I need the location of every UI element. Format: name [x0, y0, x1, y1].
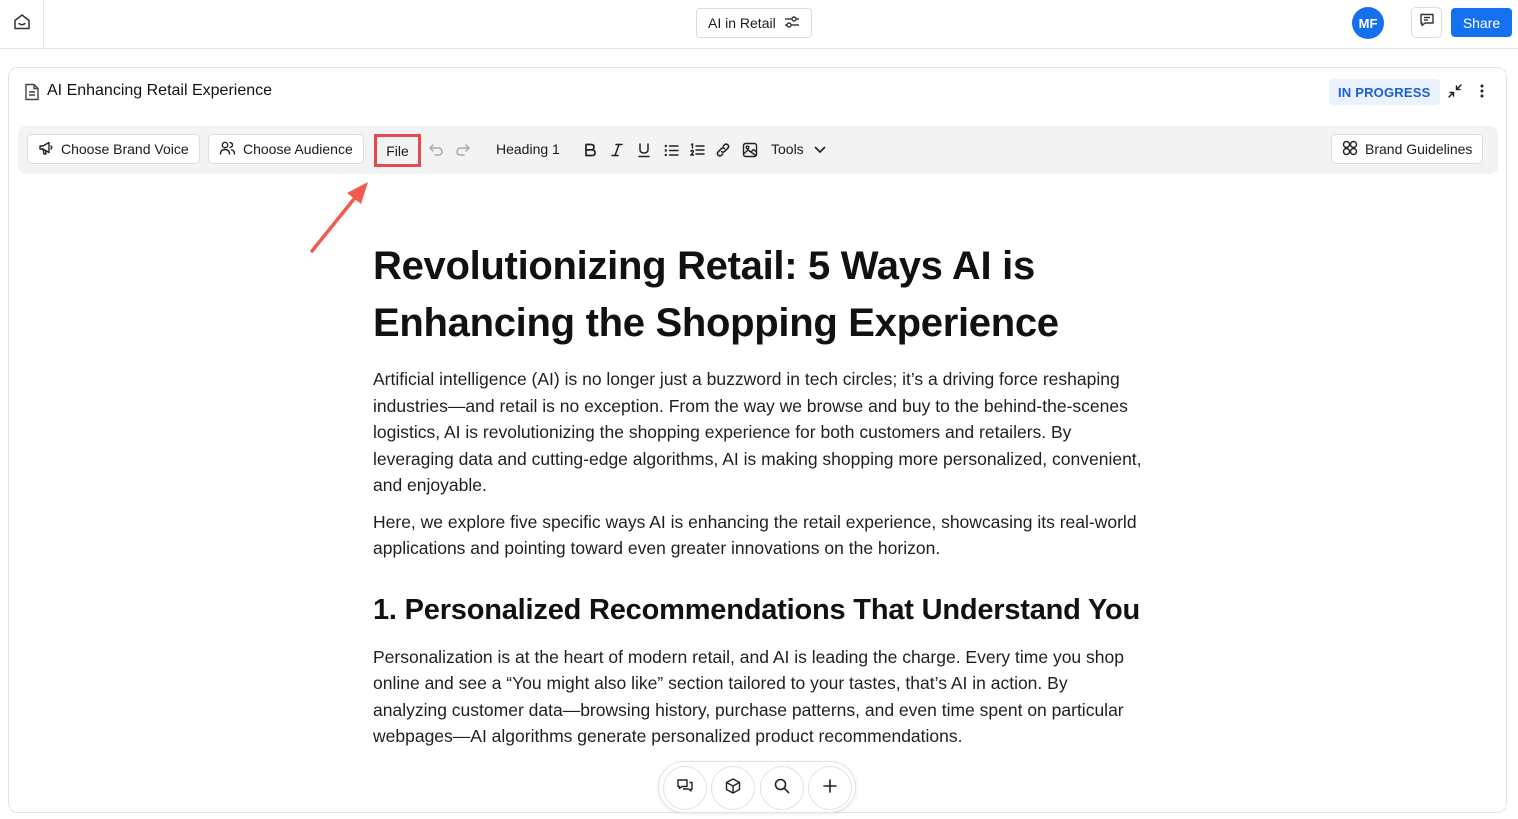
- brand-guidelines-button[interactable]: Brand Guidelines: [1331, 134, 1484, 164]
- undo-icon[interactable]: [426, 140, 446, 160]
- section-heading[interactable]: 1. Personalized Recommendations That Und…: [373, 588, 1143, 632]
- chat-button[interactable]: [663, 766, 707, 810]
- top-bar: AI in Retail MF Share: [0, 0, 1518, 49]
- comment-icon: [1419, 12, 1435, 33]
- add-button[interactable]: [808, 766, 852, 810]
- image-icon[interactable]: [740, 140, 760, 160]
- status-badge[interactable]: IN PROGRESS: [1329, 79, 1440, 105]
- avatar[interactable]: MF: [1352, 7, 1384, 39]
- brand-guidelines-icon: [1342, 140, 1358, 159]
- megaphone-icon: [38, 140, 54, 159]
- underline-icon[interactable]: [634, 140, 654, 160]
- bold-icon[interactable]: [580, 140, 600, 160]
- cube-icon: [724, 777, 742, 800]
- document-title: AI Enhancing Retail Experience: [47, 82, 273, 99]
- chevron-down-icon[interactable]: [810, 140, 830, 160]
- redo-icon[interactable]: [453, 140, 473, 160]
- numbered-list-icon[interactable]: [687, 140, 707, 160]
- search-icon: [773, 777, 791, 800]
- comments-button[interactable]: [1411, 7, 1442, 38]
- project-selector[interactable]: AI in Retail: [696, 8, 812, 38]
- article-content[interactable]: Revolutionizing Retail: 5 Ways AI is Enh…: [373, 238, 1143, 750]
- sliders-icon: [784, 15, 800, 32]
- home-button[interactable]: [0, 0, 44, 49]
- italic-icon[interactable]: [607, 140, 627, 160]
- chat-icon: [676, 777, 694, 800]
- share-button[interactable]: Share: [1451, 8, 1512, 37]
- plus-icon: [822, 778, 838, 799]
- heading-style-selector[interactable]: Heading 1: [496, 141, 560, 157]
- choose-brand-voice-label: Choose Brand Voice: [61, 141, 189, 157]
- article-paragraph[interactable]: Here, we explore five specific ways AI i…: [373, 509, 1143, 562]
- bullet-list-icon[interactable]: [661, 140, 681, 160]
- file-menu-button[interactable]: File: [374, 134, 421, 167]
- tools-menu-label[interactable]: Tools: [771, 141, 804, 157]
- document-header: AI Enhancing Retail Experience IN PROGRE…: [9, 68, 1506, 116]
- cube-button[interactable]: [711, 766, 755, 810]
- editor-toolbar: Choose Brand Voice Choose Audience File: [18, 126, 1498, 174]
- brand-guidelines-label: Brand Guidelines: [1365, 141, 1473, 157]
- users-icon: [219, 140, 236, 159]
- collapse-icon[interactable]: [1445, 81, 1465, 101]
- article-title[interactable]: Revolutionizing Retail: 5 Ways AI is Enh…: [373, 238, 1143, 352]
- search-button[interactable]: [760, 766, 804, 810]
- document-card: AI Enhancing Retail Experience IN PROGRE…: [8, 67, 1507, 813]
- article-paragraph[interactable]: Personalization is at the heart of moder…: [373, 644, 1143, 750]
- project-name: AI in Retail: [708, 15, 776, 31]
- more-options-icon[interactable]: [1474, 81, 1490, 101]
- home-icon: [12, 12, 32, 37]
- choose-audience-button[interactable]: Choose Audience: [208, 134, 364, 164]
- article-paragraph[interactable]: Artificial intelligence (AI) is no longe…: [373, 366, 1143, 499]
- document-icon: [24, 83, 40, 106]
- floating-action-bar: [658, 761, 856, 813]
- choose-audience-label: Choose Audience: [243, 141, 353, 157]
- link-icon[interactable]: [713, 140, 733, 160]
- choose-brand-voice-button[interactable]: Choose Brand Voice: [27, 134, 200, 164]
- annotation-arrow-icon: [310, 182, 368, 253]
